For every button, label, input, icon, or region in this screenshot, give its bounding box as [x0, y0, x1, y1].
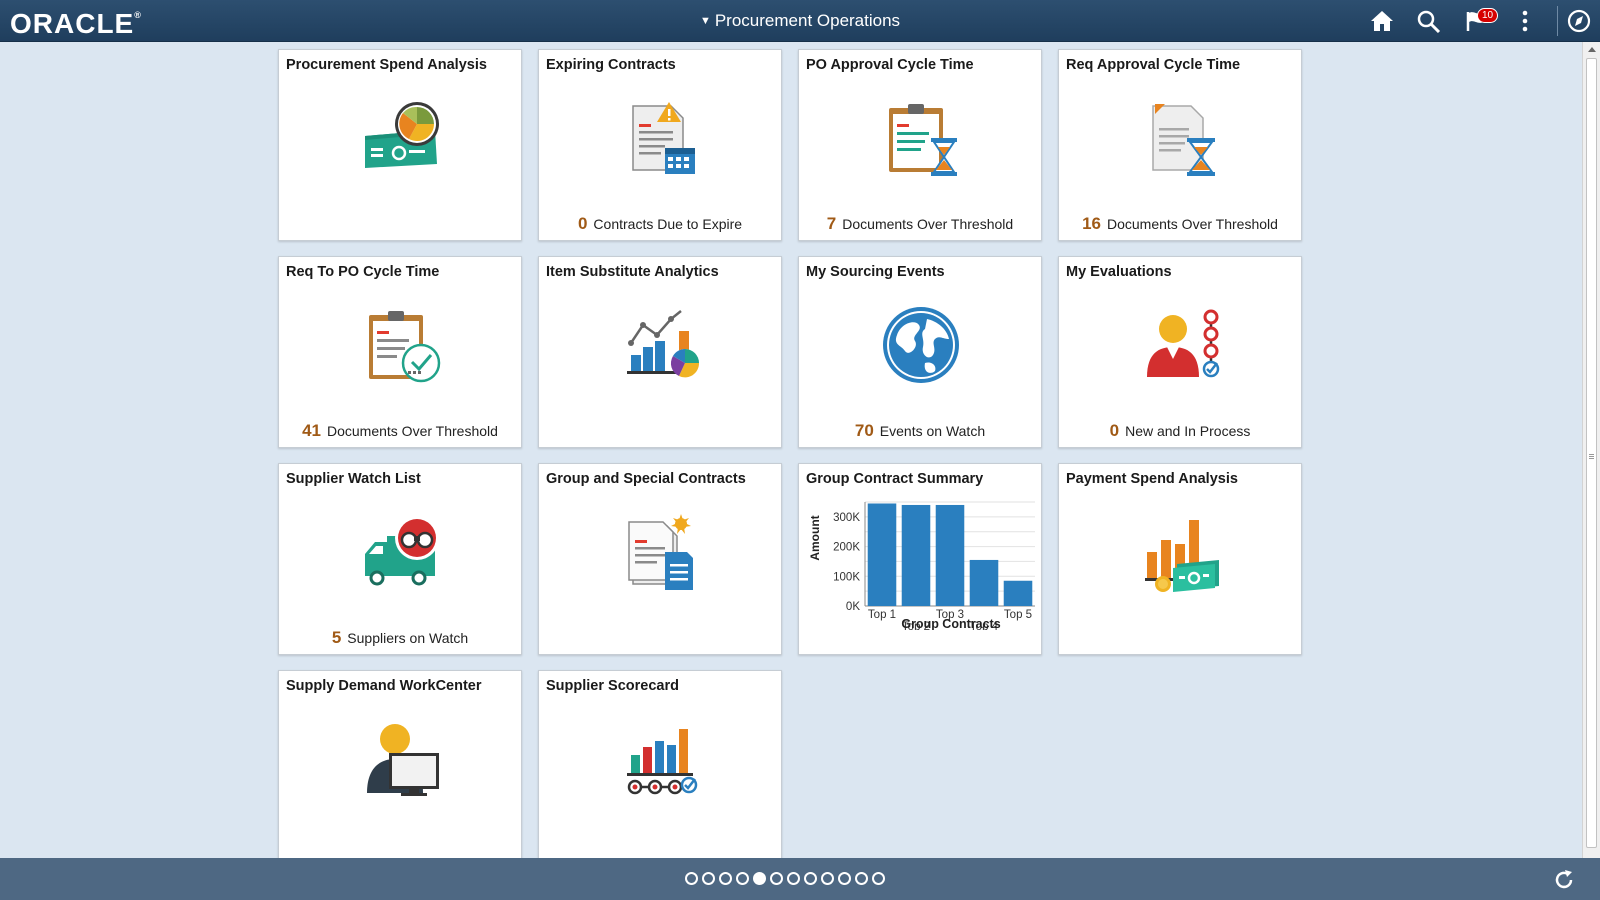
tile-title: My Evaluations [1066, 264, 1172, 280]
tile-supplier-watch-list[interactable]: Supplier Watch List 5 Suppliers on Watch [278, 463, 522, 655]
tile-group-contract-summary[interactable]: Group Contract Summary 0K 100K 200K 300K To… [798, 463, 1042, 655]
tile-item-substitute-analytics[interactable]: Item Substitute Analytics [538, 256, 782, 448]
chart-y-tick-label: 100K [833, 571, 860, 583]
caret-down-icon: ▼ [699, 15, 711, 27]
tile-title: Group Contract Summary [806, 471, 984, 487]
tile-title: Req To PO Cycle Time [286, 264, 440, 280]
tile-supply-demand-workcenter[interactable]: Supply Demand WorkCenter [278, 670, 522, 862]
page-dot-3[interactable] [719, 872, 732, 885]
chart-y-tick-label: 300K [833, 512, 860, 524]
chart-x-tick-label: Top 5 [1004, 609, 1032, 621]
page-dot-4[interactable] [736, 872, 749, 885]
tile-supplier-scorecard[interactable]: Supplier Scorecard [538, 670, 782, 862]
expiring-contracts-icon [632, 102, 695, 174]
page-dot-6[interactable] [770, 872, 783, 885]
spend-analysis-icon [365, 102, 439, 168]
tile-title: Procurement Spend Analysis [286, 57, 487, 73]
person-computer-icon [367, 724, 439, 796]
page-dot-12[interactable] [872, 872, 885, 885]
tile-title: Req Approval Cycle Time [1066, 57, 1241, 73]
tile-count: 16 Documents Over Threshold [1082, 214, 1278, 233]
tile-procurement-spend-analysis[interactable]: Procurement Spend Analysis [278, 49, 522, 241]
page-dot-2[interactable] [702, 872, 715, 885]
chart-y-tick-label: 200K [833, 542, 860, 554]
tile-my-evaluations[interactable]: My Evaluations 0 New and In Process [1058, 256, 1302, 448]
chart-bar[interactable] [969, 559, 999, 606]
tile-title: PO Approval Cycle Time [806, 57, 974, 73]
clipboard-hourglass-icon [889, 104, 957, 176]
tile-title: My Sourcing Events [806, 264, 945, 280]
tile-count: 41 Documents Over Threshold [302, 421, 498, 440]
tile-title: Group and Special Contracts [546, 471, 746, 487]
refresh-icon[interactable] [1553, 869, 1575, 891]
tile-title: Supplier Watch List [286, 471, 421, 487]
navbar-compass-icon[interactable] [1566, 9, 1592, 33]
analytics-chart-icon [627, 310, 700, 378]
truck-binoculars-icon [365, 516, 439, 586]
tile-count: 5 Suppliers on Watch [331, 628, 469, 647]
page-scrollbar[interactable] [1582, 42, 1600, 858]
tile-title: Expiring Contracts [546, 57, 676, 73]
chart-x-tick-label: Top 1 [868, 609, 896, 621]
chart-bar[interactable] [935, 504, 965, 606]
document-hourglass-icon [1152, 104, 1215, 176]
page-dot-8[interactable] [804, 872, 817, 885]
notification-badge: 10 [1477, 8, 1499, 23]
search-icon[interactable] [1416, 9, 1442, 33]
tile-title: Supply Demand WorkCenter [286, 678, 482, 694]
page-dot-11[interactable] [855, 872, 868, 885]
contracts-documents-icon [628, 514, 693, 590]
scroll-thumb[interactable] [1586, 58, 1597, 848]
top-banner: ORACLE® ▼ Procurement Operations 10 [0, 0, 1600, 42]
page-indicator[interactable] [0, 872, 1570, 885]
tile-title: Payment Spend Analysis [1066, 471, 1238, 487]
notifications-button[interactable]: 10 [1464, 8, 1499, 33]
tile-count: 7 Documents Over Threshold [826, 214, 1014, 233]
more-options-icon[interactable] [1520, 9, 1530, 33]
tile-count: 0 Contracts Due to Expire [577, 214, 743, 233]
tile-payment-spend-analysis[interactable]: Payment Spend Analysis [1058, 463, 1302, 655]
tile-title: Item Substitute Analytics [546, 264, 719, 280]
tile-req-to-po-cycle-time[interactable]: Req To PO Cycle Time 41 Documents Over Th… [278, 256, 522, 448]
clipboard-check-icon [369, 311, 441, 383]
tile-po-approval-cycle-time[interactable]: PO Approval Cycle Time 7 Documents Over T… [798, 49, 1042, 241]
chart-y-axis-label: Amount [808, 515, 822, 560]
page-footer [0, 858, 1600, 900]
payment-chart-icon [1145, 520, 1219, 592]
chart-x-axis-label: Group Contracts [901, 617, 1000, 630]
globe-icon [883, 307, 959, 383]
scorecard-icon [627, 729, 698, 795]
page-dot-10[interactable] [838, 872, 851, 885]
page-dot-7[interactable] [787, 872, 800, 885]
person-evaluation-icon [1147, 309, 1220, 378]
chart-bar[interactable] [1003, 580, 1033, 606]
tile-count: 0 New and In Process [1109, 421, 1251, 440]
tile-title: Supplier Scorecard [546, 678, 679, 694]
page-dot-5[interactable] [753, 872, 766, 885]
home-icon[interactable] [1369, 9, 1395, 33]
chart-bar[interactable] [867, 503, 897, 606]
chart-bar[interactable] [901, 504, 931, 606]
page-title-label: Procurement Operations [714, 11, 901, 30]
chart-y-tick-label: 0K [846, 601, 860, 613]
page-title[interactable]: ▼ Procurement Operations [0, 11, 1600, 31]
tile-my-sourcing-events[interactable]: My Sourcing Events 70 Events on Watch [798, 256, 1042, 448]
group-contract-bar-chart[interactable]: 0K100K200K300K Top 1Top 2Top 3Top 4Top 5… [805, 490, 1039, 630]
tile-group-and-special-contracts[interactable]: Group and Special Contracts [538, 463, 782, 655]
page-dot-1[interactable] [685, 872, 698, 885]
page-dot-9[interactable] [821, 872, 834, 885]
scroll-up-arrow-icon[interactable] [1588, 47, 1596, 52]
scroll-grip-icon [1589, 454, 1594, 455]
header-divider [1557, 6, 1558, 36]
tile-req-approval-cycle-time[interactable]: Req Approval Cycle Time 16 Documents Over… [1058, 49, 1302, 241]
tile-count: 70 Events on Watch [854, 421, 986, 440]
tile-expiring-contracts[interactable]: Expiring Contracts 0 Contracts Due to Exp… [538, 49, 782, 241]
